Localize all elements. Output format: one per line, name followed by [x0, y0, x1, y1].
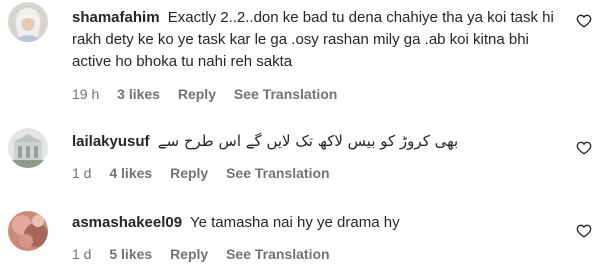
- see-translation-button[interactable]: See Translation: [226, 165, 329, 181]
- comment-likes[interactable]: 4 likes: [109, 165, 152, 181]
- comment-text: بھی کروڑ کو بیس لاکھ تک لایں گے اس طرح س…: [157, 132, 459, 150]
- heart-outline-icon[interactable]: [576, 223, 592, 239]
- heart-outline-icon[interactable]: [576, 140, 592, 156]
- comment-username[interactable]: lailakyusuf: [72, 133, 150, 150]
- avatar[interactable]: [8, 128, 48, 168]
- avatar[interactable]: [8, 2, 48, 42]
- comment-time: 1 d: [72, 165, 92, 181]
- comment-username[interactable]: asmashakeel09: [72, 214, 182, 231]
- comment-likes[interactable]: 5 likes: [109, 246, 152, 262]
- comment-time: 19 h: [72, 86, 100, 102]
- comment-likes[interactable]: 3 likes: [117, 86, 160, 102]
- comment-text: Ye tamasha nai hy ye drama hy: [190, 214, 400, 231]
- avatar[interactable]: [8, 211, 48, 251]
- heart-outline-icon[interactable]: [576, 13, 592, 29]
- see-translation-button[interactable]: See Translation: [234, 86, 337, 102]
- comment-time: 1 d: [72, 246, 92, 262]
- reply-button[interactable]: Reply: [170, 165, 208, 181]
- comment-username[interactable]: shamafahim: [72, 9, 160, 26]
- reply-button[interactable]: Reply: [170, 246, 208, 262]
- reply-button[interactable]: Reply: [178, 86, 216, 102]
- see-translation-button[interactable]: See Translation: [226, 246, 329, 262]
